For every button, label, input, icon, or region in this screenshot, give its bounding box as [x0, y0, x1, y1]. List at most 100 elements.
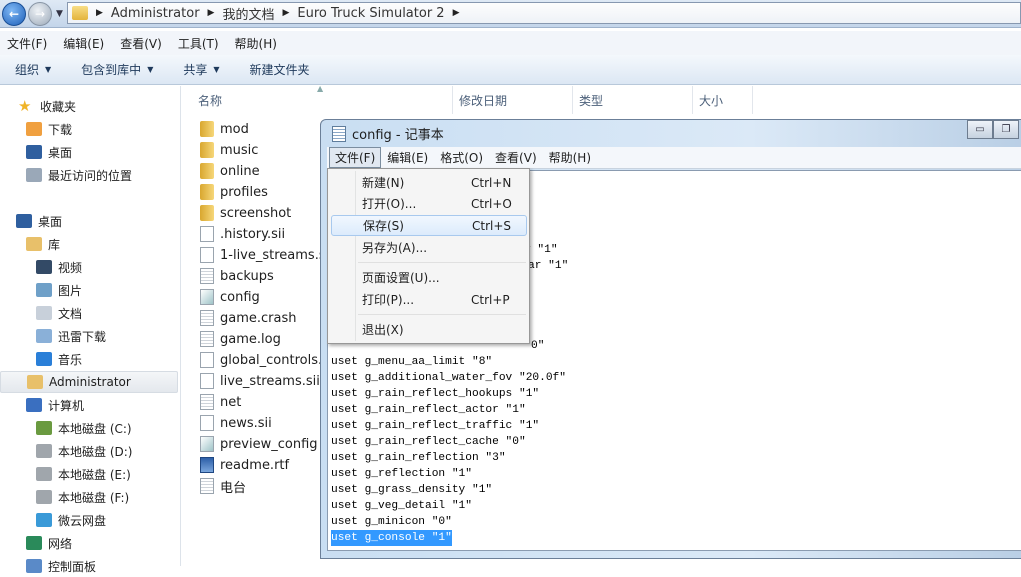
file-name: config [220, 289, 260, 305]
file-item[interactable]: news.sii [200, 413, 272, 433]
menu-help[interactable]: 帮助(H) [235, 35, 277, 52]
recent-pages-dropdown[interactable]: ▼ [56, 9, 63, 19]
notepad-menu-help[interactable]: 帮助(H) [543, 147, 597, 168]
file-item[interactable]: preview_config [200, 434, 318, 454]
file-item[interactable]: 电台 [200, 476, 246, 496]
nav-item[interactable]: 图片 [36, 279, 82, 301]
menu-tools[interactable]: 工具(T) [178, 35, 219, 52]
nav-item[interactable]: 文档 [36, 302, 82, 324]
column-divider[interactable] [572, 86, 573, 114]
nav-item[interactable]: 本地磁盘 (E:) [36, 463, 131, 485]
nav-item[interactable]: 下载 [26, 118, 72, 140]
file-item[interactable]: music [200, 140, 258, 160]
notepad-menu-view[interactable]: 查看(V) [489, 147, 543, 168]
file-item[interactable]: mod [200, 119, 249, 139]
file-item[interactable]: game.log [200, 329, 281, 349]
text-line: uset g_rain_reflect_traffic "1" [331, 420, 540, 432]
chevron-right-icon[interactable]: ▶ [282, 8, 289, 18]
column-divider[interactable] [752, 86, 753, 114]
nav-item[interactable]: 计算机 [26, 394, 84, 416]
organize-label: 组织 [15, 63, 40, 77]
nav-item[interactable]: 本地磁盘 (C:) [36, 417, 132, 439]
text-line: uset g_rain_reflection "3" [331, 452, 506, 464]
file-item[interactable]: backups [200, 266, 274, 286]
nav-item[interactable]: 库 [26, 233, 60, 255]
menu-item-label: 退出(X) [362, 323, 404, 337]
breadcrumb-item[interactable]: Euro Truck Simulator 2 [297, 6, 444, 21]
file-item[interactable]: global_controls.sii [200, 350, 336, 370]
back-button[interactable]: ← [2, 2, 26, 26]
nav-item[interactable]: 网络 [26, 532, 72, 554]
new-folder-button[interactable]: 新建文件夹 [250, 61, 310, 78]
notepad-menu-file[interactable]: 文件(F) [329, 147, 382, 168]
file-menu-item[interactable]: 打印(P)... Ctrl+P [331, 289, 527, 310]
file-menu-item[interactable]: 另存为(A)... [331, 237, 527, 258]
file-menu-item[interactable]: 打开(O)... Ctrl+O [331, 193, 527, 214]
nav-item[interactable]: 最近访问的位置 [26, 164, 132, 186]
menu-item-label: 新建(N) [362, 176, 405, 190]
file-name: net [220, 394, 242, 410]
nav-item[interactable]: 迅雷下载 [36, 325, 106, 347]
chevron-right-icon[interactable]: ▶ [208, 8, 215, 18]
breadcrumb-item[interactable]: Administrator [111, 6, 200, 21]
file-item[interactable]: net [200, 392, 241, 412]
maximize-button[interactable]: ❐ [993, 120, 1019, 139]
nav-item[interactable]: Administrator [0, 371, 178, 393]
column-size[interactable]: 大小 [699, 92, 723, 109]
notepad-menu-edit[interactable]: 编辑(E) [381, 147, 434, 168]
file-name: 电台 [220, 480, 247, 496]
breadcrumb-item[interactable]: 我的文档 [222, 4, 274, 23]
explorer-toolbar: 组织 ▼ 包含到库中 ▼ 共享 ▼ 新建文件夹 [0, 55, 1021, 85]
file-name: music [220, 142, 259, 158]
forward-button[interactable]: → [28, 2, 52, 26]
file-item[interactable]: profiles [200, 182, 268, 202]
text-line: uset g_menu_aa_limit "8" [331, 356, 493, 368]
file-item[interactable]: screenshot [200, 203, 291, 223]
nav-item[interactable]: 音乐 [36, 348, 82, 370]
column-type[interactable]: 类型 [579, 92, 603, 109]
chevron-right-icon[interactable]: ▶ [453, 8, 460, 18]
file-item[interactable]: online [200, 161, 260, 181]
include-in-library-button[interactable]: 包含到库中 ▼ [81, 61, 153, 78]
notepad-menu-format[interactable]: 格式(O) [434, 147, 489, 168]
nav-item[interactable]: 桌面 [16, 210, 62, 232]
column-name[interactable]: 名称 [198, 92, 222, 109]
documents-icon [36, 306, 52, 320]
menu-file[interactable]: 文件(F) [7, 35, 47, 52]
file-icon [200, 331, 214, 347]
organize-button[interactable]: 组织 ▼ [15, 61, 51, 78]
file-item[interactable]: readme.rtf [200, 455, 289, 475]
nav-item[interactable]: 控制面板 [26, 555, 96, 577]
file-item[interactable]: game.crash [200, 308, 296, 328]
file-menu-item[interactable]: 新建(N) Ctrl+N [331, 172, 527, 193]
folder-icon [200, 184, 214, 200]
minimize-button[interactable]: ▭ [967, 120, 993, 139]
file-icon [200, 310, 214, 326]
text-line: uset g_grass_density "1" [331, 484, 493, 496]
nav-item[interactable]: 视频 [36, 256, 82, 278]
file-menu-item[interactable]: 页面设置(U)... [331, 267, 527, 288]
menu-edit[interactable]: 编辑(E) [63, 35, 104, 52]
file-item[interactable]: config [200, 287, 260, 307]
folder-icon [200, 205, 214, 221]
file-menu-item[interactable]: 退出(X) [331, 319, 527, 340]
chevron-right-icon[interactable]: ▶ [96, 8, 103, 18]
nav-item[interactable]: 本地磁盘 (D:) [36, 440, 132, 462]
address-bar[interactable]: ▶ Administrator ▶ 我的文档 ▶ Euro Truck Simu… [67, 2, 1021, 24]
file-menu-item[interactable]: 保存(S) Ctrl+S [331, 215, 527, 236]
nav-item[interactable]: ★ 收藏夹 [18, 95, 76, 117]
nav-item[interactable]: 本地磁盘 (F:) [36, 486, 129, 508]
file-item[interactable]: .history.sii [200, 224, 285, 244]
notepad-title-bar[interactable]: config - 记事本 [328, 120, 1021, 147]
file-item[interactable]: 1-live_streams.sii [200, 245, 333, 265]
menu-view[interactable]: 查看(V) [120, 35, 162, 52]
nav-item[interactable]: 桌面 [26, 141, 72, 163]
nav-item-label: 图片 [58, 283, 83, 298]
file-item[interactable]: live_streams.sii [200, 371, 320, 391]
share-button[interactable]: 共享 ▼ [183, 61, 219, 78]
column-modified[interactable]: 修改日期 [459, 92, 507, 109]
nav-item[interactable]: 微云网盘 [36, 509, 106, 531]
column-divider[interactable] [452, 86, 453, 114]
column-divider[interactable] [692, 86, 693, 114]
downloads-icon [26, 122, 42, 136]
